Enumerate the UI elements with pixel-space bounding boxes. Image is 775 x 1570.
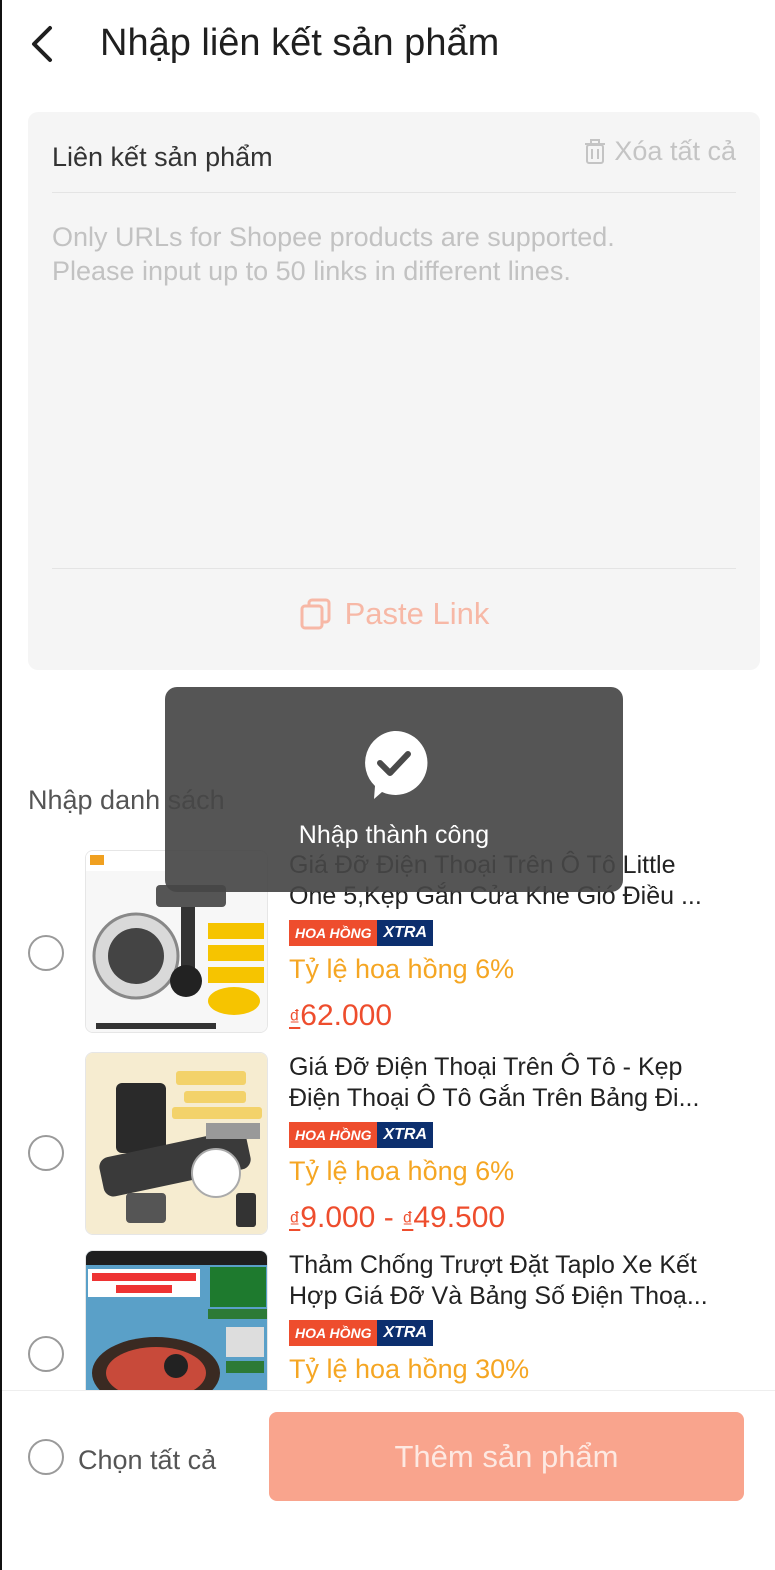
commission-xtra-badge: HOA HỒNG XTRA xyxy=(289,1122,434,1148)
divider xyxy=(52,568,736,569)
commission-rate: Tỷ lệ hoa hồng 6% xyxy=(289,1156,515,1186)
select-all-label: Chọn tất cả xyxy=(78,1445,217,1475)
copy-icon xyxy=(300,598,331,630)
product-select-radio[interactable] xyxy=(28,1336,64,1372)
bottom-action-bar: Chọn tất cả Thêm sản phẩm xyxy=(2,1390,775,1570)
product-select-radio[interactable] xyxy=(28,935,64,971)
check-bubble-icon xyxy=(365,730,428,799)
commission-xtra-badge: HOA HỒNG XTRA xyxy=(289,1320,434,1346)
paste-link-button[interactable]: Paste Link xyxy=(28,596,760,632)
success-toast: Nhập thành công xyxy=(165,687,623,892)
product-item[interactable]: Thảm Chống Trượt Đặt Taplo Xe Kết Hợp Gi… xyxy=(2,1250,775,1390)
page-title: Nhập liên kết sản phẩm xyxy=(100,22,500,64)
card-label: Liên kết sản phẩm xyxy=(52,142,273,172)
product-item[interactable]: Giá Đỡ Điện Thoại Trên Ô Tô - Kẹp Điện T… xyxy=(2,1052,775,1240)
divider xyxy=(52,192,736,193)
product-price: ₫9.000 - ₫49.500 xyxy=(289,1201,506,1234)
back-button[interactable] xyxy=(26,18,66,70)
link-input-card: Liên kết sản phẩm Xóa tất cả Paste Link xyxy=(28,112,760,670)
product-price: ₫62.000 xyxy=(289,999,393,1032)
trash-icon xyxy=(585,138,606,164)
product-select-radio[interactable] xyxy=(28,1135,64,1171)
add-products-button[interactable]: Thêm sản phẩm xyxy=(269,1412,744,1501)
commission-rate: Tỷ lệ hoa hồng 30% xyxy=(289,1354,530,1384)
select-all-toggle[interactable]: Chọn tất cả xyxy=(28,1437,216,1476)
select-all-radio[interactable] xyxy=(28,1438,64,1475)
commission-xtra-badge: HOA HỒNG XTRA xyxy=(289,920,434,946)
commission-rate: Tỷ lệ hoa hồng 6% xyxy=(289,954,515,984)
toast-message: Nhập thành công xyxy=(298,821,490,849)
paste-link-label: Paste Link xyxy=(344,596,490,631)
header: Nhập liên kết sản phẩm xyxy=(2,0,775,92)
clear-all-label: Xóa tất cả xyxy=(614,136,736,166)
chevron-left-icon xyxy=(32,26,52,62)
product-thumbnail xyxy=(85,1052,268,1235)
product-name: Thảm Chống Trượt Đặt Taplo Xe Kết Hợp Gi… xyxy=(289,1251,708,1310)
clear-all-button[interactable]: Xóa tất cả xyxy=(584,136,736,167)
product-name: Giá Đỡ Điện Thoại Trên Ô Tô - Kẹp Điện T… xyxy=(289,1053,700,1112)
url-input[interactable] xyxy=(52,220,736,550)
product-thumbnail xyxy=(85,1250,268,1390)
